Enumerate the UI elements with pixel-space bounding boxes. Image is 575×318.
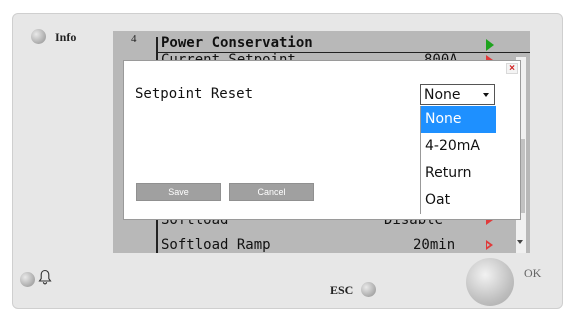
cancel-button[interactable]: Cancel <box>229 183 314 201</box>
menu-row-label[interactable]: Softload Ramp <box>161 237 271 253</box>
option-return[interactable]: Return <box>421 160 496 187</box>
page-number: 4 <box>131 33 137 45</box>
option-oat[interactable]: Oat <box>421 187 496 214</box>
scroll-down-arrow-icon[interactable] <box>517 240 523 244</box>
setpoint-reset-label: Setpoint Reset <box>135 86 254 102</box>
save-button[interactable]: Save <box>136 183 221 201</box>
menu-row-value: 20min <box>413 237 456 253</box>
edit-arrow-icon[interactable] <box>486 240 493 250</box>
esc-led-button[interactable] <box>361 282 376 297</box>
nav-arrow-icon[interactable] <box>486 39 494 51</box>
page-title: Power Conservation <box>161 35 313 51</box>
select-value: None <box>424 87 461 103</box>
info-label: Info <box>55 30 77 44</box>
alarm-led-button[interactable] <box>20 272 35 287</box>
select-options-list: None 4-20mA Return Oat <box>420 106 496 214</box>
option-4-20ma[interactable]: 4-20mA <box>421 133 496 160</box>
close-icon[interactable]: × <box>506 63 518 74</box>
bell-icon <box>38 269 52 285</box>
setpoint-reset-dialog: × Setpoint Reset None None 4-20mA Return… <box>123 60 521 220</box>
ok-knob[interactable] <box>466 258 514 306</box>
option-none[interactable]: None <box>421 106 496 133</box>
esc-label: ESC <box>330 283 354 297</box>
chevron-down-icon[interactable] <box>483 93 489 97</box>
setpoint-reset-select[interactable]: None <box>420 84 495 105</box>
ok-label: OK <box>524 266 542 280</box>
info-led-button[interactable] <box>31 29 46 44</box>
